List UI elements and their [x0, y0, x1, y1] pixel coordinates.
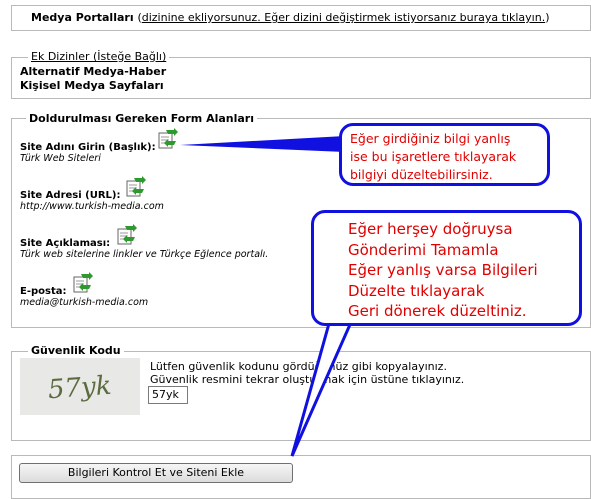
edit-hint-line-1: Eğer girdiğiniz bilgi yanlış: [350, 131, 511, 146]
submit-hint-line-5: Geri dönerek düzeltiniz.: [348, 302, 527, 320]
edit-hint-line-2: ise bu işaretlere tıklayarak: [350, 149, 517, 164]
arrow-to-edit-icon: [180, 136, 345, 152]
submit-hint-line-1: Eğer herşey doğruysa: [348, 220, 513, 238]
edit-hint-callout: Eğer girdiğiniz bilgi yanlış ise bu işar…: [339, 123, 550, 186]
edit-hint-line-3: bilgiyi düzeltebilirsiniz.: [350, 167, 493, 182]
submit-hint-callout: Eğer herşey doğruysa Gönderimi Tamamla E…: [311, 210, 582, 326]
arrow-to-submit-button: [290, 318, 355, 457]
submit-hint-line-4: Düzelte tıklayarak: [348, 281, 485, 300]
submit-hint-line-3: Eğer yanlış varsa Bilgileri: [348, 261, 538, 279]
submit-hint-line-2: Gönderimi Tamamla: [348, 240, 499, 259]
